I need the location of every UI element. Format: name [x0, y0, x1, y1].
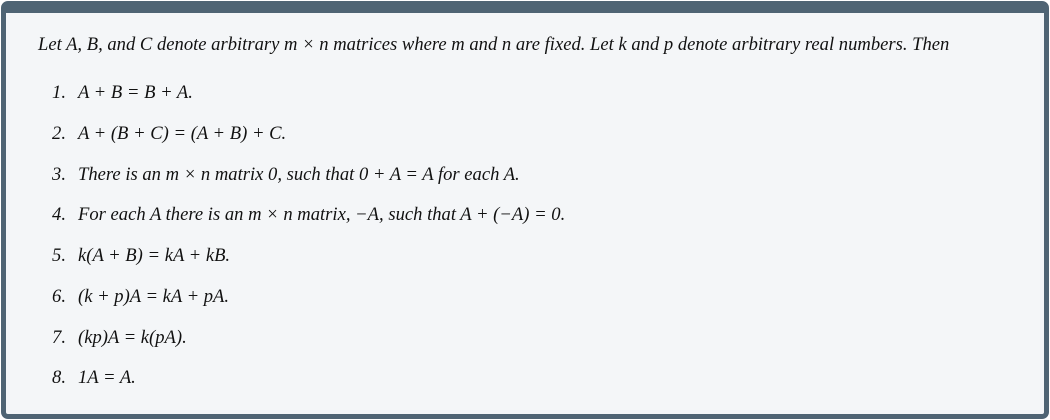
theorem-box: Let A, B, and C denote arbitrary m × n m… — [1, 1, 1049, 419]
property-number: 2. — [52, 123, 66, 145]
property-item: 7. (kp)A = k(pA). — [38, 326, 1014, 367]
property-statement: For each A there is an m × n matrix, −A,… — [78, 204, 566, 226]
property-item: 5. k(A + B) = kA + kB. — [38, 244, 1014, 285]
property-number: 1. — [52, 82, 66, 104]
property-number: 5. — [52, 245, 66, 267]
property-statement: k(A + B) = kA + kB. — [78, 245, 231, 267]
property-number: 7. — [52, 326, 66, 348]
property-list: 1. A + B = B + A. 2. A + (B + C) = (A + B)… — [38, 81, 1014, 407]
property-item: 1. A + B = B + A. — [38, 81, 1014, 122]
theorem-intro: Let A, B, and C denote arbitrary m × n m… — [38, 34, 950, 55]
property-item: 4. For each A there is an m × n matrix, −… — [38, 203, 1014, 244]
property-number: 8. — [52, 367, 66, 389]
property-statement: (k + p)A = kA + pA. — [78, 285, 230, 307]
property-item: 2. A + (B + C) = (A + B) + C. — [38, 122, 1014, 163]
property-statement: 1A = A. — [78, 367, 136, 389]
property-statement: A + B = B + A. — [78, 82, 193, 104]
property-statement: (kp)A = k(pA). — [78, 326, 187, 348]
property-item: 3. There is an m × n matrix 0, such that … — [38, 163, 1014, 204]
property-number: 6. — [52, 285, 66, 307]
property-statement: There is an m × n matrix 0, such that 0 … — [78, 163, 520, 185]
property-number: 4. — [52, 204, 66, 226]
property-item: 6. (k + p)A = kA + pA. — [38, 285, 1014, 326]
property-number: 3. — [52, 163, 66, 185]
property-statement: A + (B + C) = (A + B) + C. — [78, 123, 287, 145]
theorem-content: Let A, B, and C denote arbitrary m × n m… — [38, 33, 1014, 407]
property-item: 8. 1A = A. — [38, 366, 1014, 407]
